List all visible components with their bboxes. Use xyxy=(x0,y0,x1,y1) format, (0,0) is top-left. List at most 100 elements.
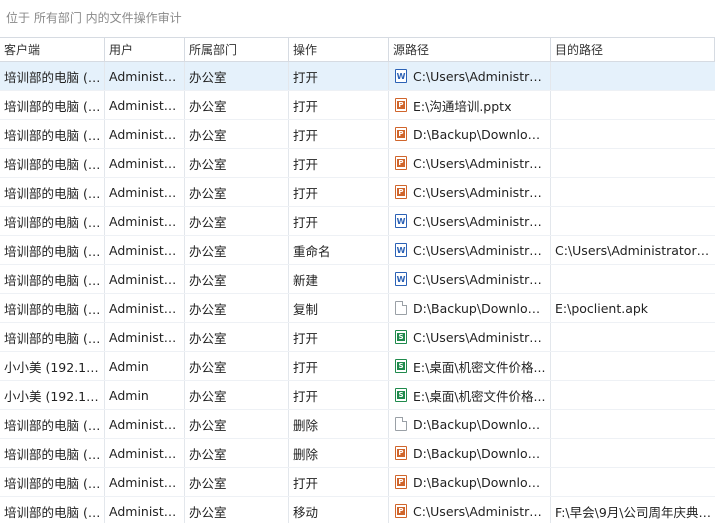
cell-user: Admin xyxy=(105,381,185,409)
table-body: 培训部的电脑 (1... Administra... 办公室 打开 W C:\Users\… xyxy=(0,62,715,523)
cell-operation: 删除 xyxy=(289,410,389,438)
excel-file-icon xyxy=(395,388,407,402)
cell-source-path: D:\Backup\Download... xyxy=(389,439,551,467)
table-row[interactable]: 小小美 (192.16... Admin 办公室 打开 E:\桌面\机密文件价格... xyxy=(0,381,715,410)
powerpoint-file-icon xyxy=(395,475,407,489)
cell-operation: 新建 xyxy=(289,265,389,293)
cell-operation-text: 打开 xyxy=(293,156,319,172)
column-header-op[interactable]: 操作 xyxy=(289,38,389,61)
cell-dept: 办公室 xyxy=(185,468,289,496)
cell-source-path-text: E:\桌面\机密文件价格... xyxy=(413,359,546,375)
table-row[interactable]: 培训部的电脑 (1... Administra... 办公室 打开 D:\Backup\… xyxy=(0,120,715,149)
cell-source-path: E:\桌面\机密文件价格... xyxy=(389,352,551,380)
table-row[interactable]: 培训部的电脑 (1... Administra... 办公室 新建 W C:\Users\… xyxy=(0,265,715,294)
cell-operation: 打开 xyxy=(289,207,389,235)
cell-source-path: E:\沟通培训.pptx xyxy=(389,91,551,119)
cell-dept-text: 办公室 xyxy=(189,359,227,375)
cell-dept-text: 办公室 xyxy=(189,127,227,143)
cell-operation: 打开 xyxy=(289,352,389,380)
table-row[interactable]: 培训部的电脑 (1... Administra... 办公室 打开 W C:\Users\… xyxy=(0,207,715,236)
table-row[interactable]: 培训部的电脑 (1... Administra... 办公室 删除 D:\Backup\… xyxy=(0,439,715,468)
cell-dept-text: 办公室 xyxy=(189,388,227,404)
column-header-user[interactable]: 用户 xyxy=(105,38,185,61)
cell-source-path: D:\Backup\Downloa... xyxy=(389,410,551,438)
column-header-src[interactable]: 源路径 xyxy=(389,38,551,61)
cell-source-path-text: C:\Users\Administrat... xyxy=(413,213,547,229)
cell-operation: 复制 xyxy=(289,294,389,322)
cell-user-text: Administra... xyxy=(109,242,181,258)
column-header-dept[interactable]: 所属部门 xyxy=(185,38,289,61)
cell-operation: 打开 xyxy=(289,62,389,90)
table-row[interactable]: 培训部的电脑 (1... Administra... 办公室 删除 D:\Backup\… xyxy=(0,410,715,439)
cell-client-text: 培训部的电脑 (1... xyxy=(4,127,101,143)
cell-dept-text: 办公室 xyxy=(189,446,227,462)
table-header: 客户端 用户 所属部门 操作 源路径 目的路径 xyxy=(0,37,715,62)
cell-source-path: W C:\Users\Administrat... xyxy=(389,207,551,235)
cell-source-path-text: D:\Backup\Download... xyxy=(413,474,547,490)
cell-client: 小小美 (192.16... xyxy=(0,352,105,380)
cell-operation: 删除 xyxy=(289,439,389,467)
cell-user-text: Administra... xyxy=(109,503,181,519)
cell-client-text: 培训部的电脑 (1... xyxy=(4,475,101,491)
cell-source-path-text: C:\Users\Administrat... xyxy=(413,503,547,519)
cell-client: 培训部的电脑 (1... xyxy=(0,323,105,351)
cell-source-path: D:\Backup\Download... xyxy=(389,120,551,148)
cell-client: 培训部的电脑 (1... xyxy=(0,178,105,206)
cell-client-text: 培训部的电脑 (1... xyxy=(4,69,101,85)
cell-operation-text: 移动 xyxy=(293,504,319,520)
cell-destination-path xyxy=(551,91,715,119)
table-row[interactable]: 培训部的电脑 (1... Administra... 办公室 打开 W C:\Users\… xyxy=(0,62,715,91)
cell-user: Administra... xyxy=(105,178,185,206)
table-row[interactable]: 培训部的电脑 (1... Administra... 办公室 打开 C:\Users\A… xyxy=(0,178,715,207)
cell-user-text: Administra... xyxy=(109,271,181,287)
cell-destination-path-text: F:\早会\9月\公司周年庆典0... xyxy=(555,504,712,520)
cell-source-path: W C:\Users\Administrat... xyxy=(389,265,551,293)
table-row[interactable]: 培训部的电脑 (1... Administra... 办公室 打开 D:\Backup\… xyxy=(0,468,715,497)
cell-destination-path xyxy=(551,468,715,496)
cell-source-path-text: D:\Backup\Download... xyxy=(413,126,547,142)
cell-operation-text: 打开 xyxy=(293,359,319,375)
table-row[interactable]: 培训部的电脑 (1... Administra... 办公室 打开 C:\Users\A… xyxy=(0,323,715,352)
cell-client-text: 培训部的电脑 (1... xyxy=(4,243,101,259)
cell-client-text: 培训部的电脑 (1... xyxy=(4,272,101,288)
powerpoint-file-icon xyxy=(395,98,407,112)
cell-dept-text: 办公室 xyxy=(189,185,227,201)
table-row[interactable]: 培训部的电脑 (1... Administra... 办公室 复制 D:\Backup\… xyxy=(0,294,715,323)
table-row[interactable]: 培训部的电脑 (1... Administra... 办公室 打开 C:\Users\A… xyxy=(0,149,715,178)
cell-source-path-text: C:\Users\Administrat... xyxy=(413,271,547,287)
cell-user-text: Administra... xyxy=(109,329,181,345)
cell-operation-text: 打开 xyxy=(293,98,319,114)
cell-destination-path xyxy=(551,178,715,206)
cell-user-text: Administra... xyxy=(109,184,181,200)
cell-user-text: Admin xyxy=(109,387,149,403)
cell-dept: 办公室 xyxy=(185,265,289,293)
table-row[interactable]: 培训部的电脑 (1... Administra... 办公室 打开 E:\沟通培训.pp… xyxy=(0,91,715,120)
cell-dept-text: 办公室 xyxy=(189,301,227,317)
cell-client: 培训部的电脑 (1... xyxy=(0,410,105,438)
cell-dept-text: 办公室 xyxy=(189,243,227,259)
table-row[interactable]: 小小美 (192.16... Admin 办公室 打开 E:\桌面\机密文件价格... xyxy=(0,352,715,381)
cell-operation: 打开 xyxy=(289,120,389,148)
cell-user: Administra... xyxy=(105,236,185,264)
cell-client: 培训部的电脑 (1... xyxy=(0,294,105,322)
cell-dept-text: 办公室 xyxy=(189,504,227,520)
cell-source-path: D:\Backup\Download... xyxy=(389,468,551,496)
cell-user-text: Administra... xyxy=(109,97,181,113)
cell-destination-path xyxy=(551,120,715,148)
cell-dept: 办公室 xyxy=(185,62,289,90)
table-row[interactable]: 培训部的电脑 (1... Administra... 办公室 重命名 W C:\Users… xyxy=(0,236,715,265)
cell-source-path-text: E:\桌面\机密文件价格... xyxy=(413,388,546,404)
cell-operation: 移动 xyxy=(289,497,389,523)
cell-dept-text: 办公室 xyxy=(189,156,227,172)
table-row[interactable]: 培训部的电脑 (1... Administra... 办公室 移动 C:\Users\A… xyxy=(0,497,715,523)
word-file-icon: W xyxy=(395,69,407,83)
cell-dept-text: 办公室 xyxy=(189,330,227,346)
cell-operation: 打开 xyxy=(289,468,389,496)
cell-destination-path: E:\poclient.apk xyxy=(551,294,715,322)
cell-destination-path xyxy=(551,323,715,351)
cell-user: Administra... xyxy=(105,439,185,467)
cell-client: 培训部的电脑 (1... xyxy=(0,497,105,523)
column-header-dst[interactable]: 目的路径 xyxy=(551,38,715,61)
cell-source-path-text: C:\Users\Administrat... xyxy=(413,329,547,345)
column-header-client[interactable]: 客户端 xyxy=(0,38,105,61)
